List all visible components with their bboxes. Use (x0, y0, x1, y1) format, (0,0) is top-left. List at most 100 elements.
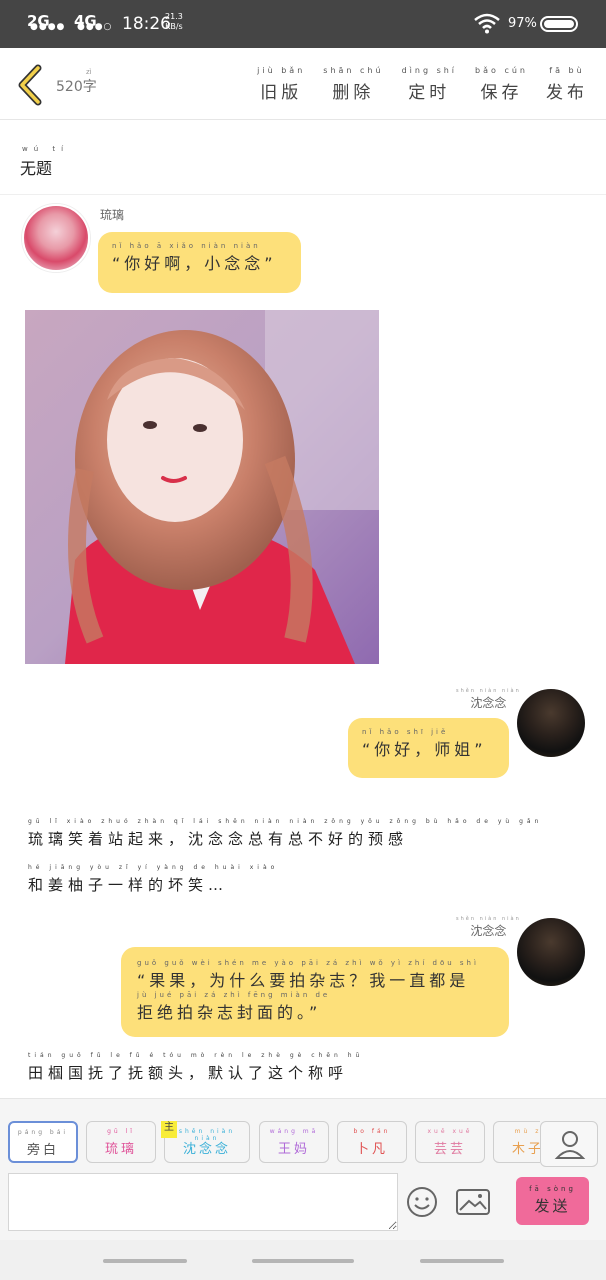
nav-home-button[interactable] (252, 1259, 354, 1263)
network-speed: 21.3 KB/s (165, 12, 183, 32)
action-pinyin: jiù bǎn (257, 66, 306, 75)
save-button[interactable]: bǎo cún 保存 (475, 66, 528, 103)
role-label: 王妈 (277, 1142, 310, 1157)
story-title-field[interactable]: wú tí 无题 (0, 121, 606, 195)
system-nav-bar (0, 1240, 606, 1280)
publish-button[interactable]: fā bù 发布 (546, 66, 588, 103)
role-pinyin: bo fán (353, 1128, 391, 1135)
action-label: 保存 (480, 83, 523, 103)
bubble-text: “你好啊，小念念” (112, 254, 277, 273)
nav-back-button[interactable] (420, 1259, 504, 1263)
message-bubble[interactable]: nǐ hǎo ā xiǎo niàn niàn “你好啊，小念念” (98, 232, 301, 293)
narration-pinyin: gū lǐ xiào zhuó zhàn qǐ lái shěn niàn ni… (28, 818, 543, 825)
bubble-pinyin: guǒ guǒ wèi shén me yào pāi zá zhì wǒ yì… (137, 959, 479, 967)
old-version-button[interactable]: jiù bǎn 旧版 (257, 66, 305, 103)
send-label: 发送 (534, 1197, 571, 1215)
role-yunyun[interactable]: xuě xuě 芸芸 (415, 1121, 485, 1163)
action-label: 删除 (332, 83, 375, 103)
send-pinyin: fā sòng (529, 1185, 576, 1193)
speaker-pinyin: shěn niàn niàn (456, 688, 521, 694)
action-label: 发布 (546, 83, 588, 103)
narration-text: 琉璃笑着站起来，沈念念总有总不好的预感 (28, 830, 409, 848)
word-count: zì 520字 (56, 68, 97, 96)
speaker-label: 沈念念 (470, 696, 507, 710)
bubble-pinyin: nǐ hǎo ā xiǎo niàn niàn (112, 242, 261, 250)
role-pinyin: xuě xuě (427, 1128, 473, 1135)
narration-line[interactable]: hé jiāng yòu zǐ yí yàng de huài xiào 和姜柚… (28, 864, 278, 895)
action-label: 旧版 (260, 83, 303, 103)
nav-menu-button[interactable] (103, 1259, 187, 1263)
action-pinyin: dìng shí (401, 66, 458, 75)
word-count-value: 520字 (56, 79, 97, 95)
action-pinyin: shān chú (323, 66, 384, 75)
narration-text: 和姜柚子一样的坏笑… (28, 876, 229, 894)
editor-header: zì 520字 jiù bǎn 旧版 shān chú 删除 dìng shí … (0, 48, 606, 120)
image-icon[interactable] (455, 1187, 491, 1217)
narration-line[interactable]: gū lǐ xiào zhuó zhàn qǐ lái shěn niàn ni… (28, 818, 542, 849)
role-label: 木子 (511, 1142, 540, 1157)
narration-line[interactable]: tián guō fǔ le fǔ é tóu mò rèn le zhè gè… (28, 1052, 363, 1083)
role-label: 沈念念 (182, 1142, 231, 1157)
signal-strength-icon: ●●●● (30, 22, 66, 32)
speaker-pinyin: shěn niàn niàn (456, 916, 521, 922)
role-pinyin: mù z (514, 1128, 540, 1135)
bubble-text: “你好，师姐” (362, 740, 487, 759)
status-bar: 2G ●●●● 4G ●●●○ 18:26 21.3 KB/s 97% (0, 0, 606, 48)
role-pinyin: wáng mā (269, 1128, 319, 1135)
speaker-name-liuli: 琉璃 (100, 208, 125, 222)
avatar-shen-niannian[interactable] (517, 918, 585, 986)
role-pinyin: páng bái (17, 1129, 69, 1136)
role-label: 旁白 (26, 1143, 59, 1158)
back-chevron-icon[interactable] (14, 64, 50, 106)
role-shen-niannian[interactable]: 主 shěn niàn niàn 沈念念 (161, 1121, 250, 1163)
role-pinyin: gū lǐ (107, 1128, 135, 1135)
role-pinyin: shěn niàn niàn (178, 1128, 236, 1142)
message-bubble[interactable]: guǒ guǒ wèi shén me yào pāi zá zhì wǒ yì… (121, 947, 509, 1037)
avatar-shen-niannian[interactable] (517, 689, 585, 757)
story-title: 无题 (20, 159, 53, 178)
network-speed-value: 21.3 (165, 12, 183, 21)
role-label: 琉璃 (104, 1142, 137, 1157)
message-bubble[interactable]: nǐ hǎo shī jiě “你好，师姐” (348, 718, 509, 778)
battery-percent: 97% (508, 16, 537, 31)
main-role-badge: 主 (161, 1121, 177, 1138)
action-label: 定时 (408, 83, 451, 103)
speaker-label: 沈念念 (470, 924, 507, 938)
speaker-name-shen: shěn niàn niàn 沈念念 (456, 688, 521, 711)
bubble-pinyin: jù jué pāi zá zhì fēng miàn de (137, 991, 331, 999)
avatar-liuli[interactable] (22, 204, 90, 272)
role-muzi[interactable]: mù z 木子 (493, 1121, 540, 1163)
story-title-pinyin: wú tí (22, 145, 70, 153)
role-bufan[interactable]: bo fán 卜凡 (337, 1121, 407, 1163)
bubble-text: 拒绝拍杂志封面的。” (137, 1003, 322, 1022)
battery-icon (540, 16, 578, 32)
role-label: 卜凡 (355, 1142, 388, 1157)
header-actions: jiù bǎn 旧版 shān chú 删除 dìng shí 定时 bǎo c… (257, 66, 588, 103)
role-liuli[interactable]: gū lǐ 琉璃 (86, 1121, 156, 1163)
role-label: 芸芸 (433, 1142, 466, 1157)
role-selector: páng bái 旁白 gū lǐ 琉璃 主 shěn niàn niàn 沈念… (8, 1121, 540, 1167)
add-role-button[interactable] (540, 1121, 598, 1167)
signal-strength-icon: ●●●○ (77, 22, 113, 32)
role-wangma[interactable]: wáng mā 王妈 (259, 1121, 329, 1163)
word-count-pinyin: zì (86, 68, 92, 76)
network-speed-unit: KB/s (165, 22, 183, 31)
narration-text: 田椢国抚了抚额头，默认了这个称呼 (28, 1064, 349, 1082)
bubble-pinyin: nǐ hǎo shī jiě (362, 728, 449, 736)
schedule-button[interactable]: dìng shí 定时 (402, 66, 457, 103)
role-narrator[interactable]: páng bái 旁白 (8, 1121, 78, 1163)
action-pinyin: bǎo cún (475, 66, 528, 75)
message-photo[interactable] (25, 310, 379, 664)
action-pinyin: fā bù (549, 66, 585, 75)
delete-button[interactable]: shān chú 删除 (323, 66, 383, 103)
speaker-name-shen: shěn niàn niàn 沈念念 (456, 916, 521, 939)
clock: 18:26 (122, 14, 171, 34)
wifi-icon (474, 13, 500, 34)
send-button[interactable]: fā sòng 发送 (516, 1177, 589, 1225)
composer-panel: páng bái 旁白 gū lǐ 琉璃 主 shěn niàn niàn 沈念… (0, 1098, 606, 1240)
narration-pinyin: tián guō fǔ le fǔ é tóu mò rèn le zhè gè… (28, 1052, 364, 1059)
emoji-icon[interactable] (405, 1185, 439, 1219)
message-input[interactable] (8, 1173, 398, 1231)
narration-pinyin: hé jiāng yòu zǐ yí yàng de huài xiào (28, 864, 279, 871)
user-icon (554, 1131, 586, 1159)
